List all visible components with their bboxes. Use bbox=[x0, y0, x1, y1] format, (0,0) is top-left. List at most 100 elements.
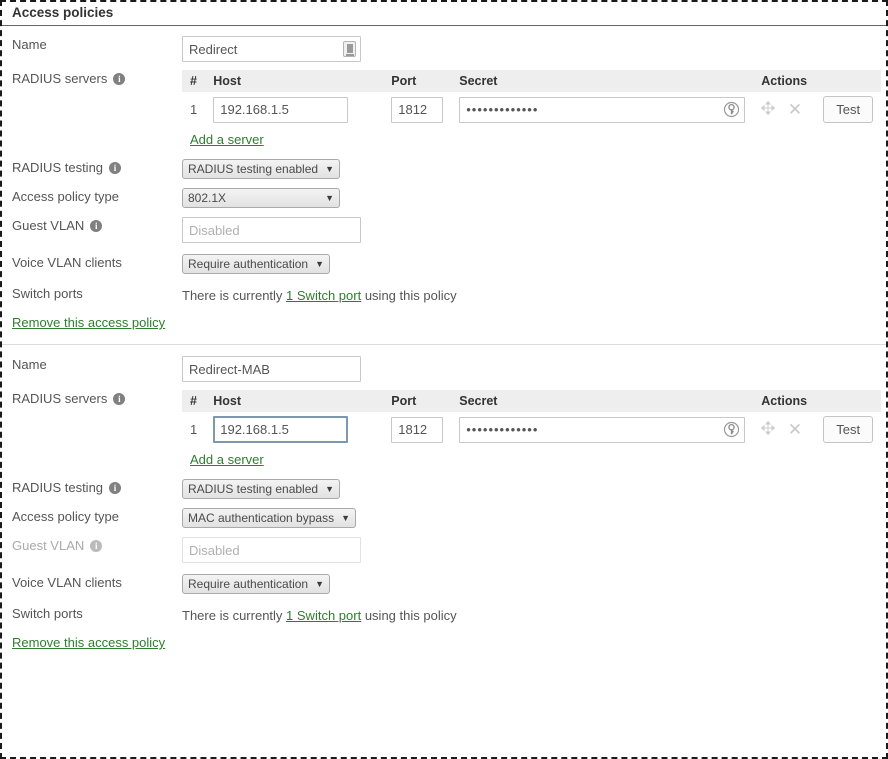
guest-vlan-label: Guest VLAN i bbox=[2, 217, 182, 235]
col-header-secret: Secret bbox=[451, 70, 753, 92]
access-policies-panel: Access policies Name RADIUS servers i bbox=[0, 0, 888, 759]
radius-secret-input[interactable] bbox=[459, 97, 745, 123]
remove-access-policy-link[interactable]: Remove this access policy bbox=[12, 315, 165, 330]
guest-vlan-label: Guest VLAN i bbox=[2, 537, 182, 555]
voice-vlan-select-wrapper: Require authentication ▼ bbox=[182, 574, 330, 594]
voice-vlan-clients-label: Voice VLAN clients bbox=[2, 574, 182, 592]
radius-servers-row: RADIUS servers i # Host Port Secret Acti… bbox=[2, 382, 886, 467]
add-server-link[interactable]: Add a server bbox=[190, 132, 264, 147]
access-policy-type-select-wrapper: 802.1X ▼ bbox=[182, 188, 340, 208]
table-header-row: # Host Port Secret Actions bbox=[182, 70, 881, 92]
radius-secret-input[interactable] bbox=[459, 417, 745, 443]
radius-servers-label: RADIUS servers i bbox=[2, 390, 182, 408]
access-policy-type-row: Access policy type 802.1X ▼ bbox=[2, 179, 886, 208]
col-header-test bbox=[815, 70, 881, 92]
table-row: 1 bbox=[182, 92, 881, 127]
info-icon[interactable]: i bbox=[113, 393, 125, 405]
radius-testing-select[interactable]: RADIUS testing enabled bbox=[182, 479, 340, 499]
name-row: Name bbox=[2, 26, 886, 62]
delete-server-icon[interactable]: ✕ bbox=[788, 101, 802, 118]
page-title: Access policies bbox=[2, 2, 886, 26]
radius-testing-label: RADIUS testing i bbox=[2, 159, 182, 177]
col-header-num: # bbox=[182, 70, 205, 92]
voice-vlan-clients-row: Voice VLAN clients Require authenticatio… bbox=[2, 243, 886, 274]
drag-move-icon[interactable] bbox=[761, 101, 775, 118]
col-header-secret: Secret bbox=[451, 390, 753, 412]
radius-host-input[interactable] bbox=[213, 97, 348, 123]
policy-name-input[interactable] bbox=[182, 36, 361, 62]
radius-secret-wrapper bbox=[459, 97, 745, 123]
policy-name-input[interactable] bbox=[182, 356, 361, 382]
radius-servers-label: RADIUS servers i bbox=[2, 70, 182, 88]
guest-vlan-row: Guest VLAN i bbox=[2, 208, 886, 243]
radius-testing-select[interactable]: RADIUS testing enabled bbox=[182, 159, 340, 179]
radius-testing-select-wrapper: RADIUS testing enabled ▼ bbox=[182, 479, 340, 499]
access-policy-type-label: Access policy type bbox=[2, 508, 182, 526]
col-header-num: # bbox=[182, 390, 205, 412]
guest-vlan-row: Guest VLAN i bbox=[2, 528, 886, 563]
switch-ports-row: Switch ports There is currently 1 Switch… bbox=[2, 594, 886, 626]
guest-vlan-input[interactable] bbox=[182, 217, 361, 243]
voice-vlan-select-wrapper: Require authentication ▼ bbox=[182, 254, 330, 274]
switch-ports-prefix: There is currently bbox=[182, 608, 282, 623]
radius-host-input[interactable] bbox=[213, 416, 348, 443]
col-header-host: Host bbox=[205, 390, 383, 412]
name-row: Name bbox=[2, 345, 886, 382]
remove-access-policy-link[interactable]: Remove this access policy bbox=[12, 635, 165, 650]
drag-move-icon[interactable] bbox=[761, 421, 775, 438]
voice-vlan-clients-select[interactable]: Require authentication bbox=[182, 574, 330, 594]
col-header-actions: Actions bbox=[753, 390, 815, 412]
table-header-row: # Host Port Secret Actions bbox=[182, 390, 881, 412]
access-policy-block: Name RADIUS servers i # Host Port bbox=[2, 345, 886, 650]
access-policy-block: Name RADIUS servers i # Host bbox=[2, 26, 886, 330]
info-icon[interactable]: i bbox=[109, 482, 121, 494]
test-button[interactable]: Test bbox=[823, 96, 873, 123]
access-policy-type-row: Access policy type MAC authentication by… bbox=[2, 499, 886, 528]
switch-port-link[interactable]: 1 Switch port bbox=[286, 608, 361, 623]
info-icon[interactable]: i bbox=[90, 220, 102, 232]
form-autofill-icon bbox=[343, 41, 356, 57]
switch-ports-label: Switch ports bbox=[2, 285, 182, 303]
col-header-port: Port bbox=[383, 70, 451, 92]
switch-ports-suffix: using this policy bbox=[365, 288, 457, 303]
radius-testing-row: RADIUS testing i RADIUS testing enabled … bbox=[2, 147, 886, 179]
delete-server-icon[interactable]: ✕ bbox=[788, 421, 802, 438]
access-policy-type-label: Access policy type bbox=[2, 188, 182, 206]
radius-servers-row: RADIUS servers i # Host Port Secret Acti… bbox=[2, 62, 886, 147]
switch-ports-prefix: There is currently bbox=[182, 288, 282, 303]
access-policy-type-select[interactable]: MAC authentication bypass bbox=[182, 508, 356, 528]
name-input-wrapper bbox=[182, 36, 361, 62]
access-policy-type-select[interactable]: 802.1X bbox=[182, 188, 340, 208]
col-header-host: Host bbox=[205, 70, 383, 92]
switch-ports-label: Switch ports bbox=[2, 605, 182, 623]
password-key-icon[interactable] bbox=[723, 101, 740, 118]
radius-testing-row: RADIUS testing i RADIUS testing enabled … bbox=[2, 467, 886, 499]
name-label: Name bbox=[2, 36, 182, 54]
col-header-port: Port bbox=[383, 390, 451, 412]
password-key-icon[interactable] bbox=[723, 421, 740, 438]
radius-testing-select-wrapper: RADIUS testing enabled ▼ bbox=[182, 159, 340, 179]
voice-vlan-clients-label: Voice VLAN clients bbox=[2, 254, 182, 272]
radius-secret-wrapper bbox=[459, 417, 745, 443]
radius-port-input[interactable] bbox=[391, 97, 443, 123]
info-icon[interactable]: i bbox=[113, 73, 125, 85]
table-row: 1 bbox=[182, 412, 881, 447]
name-label: Name bbox=[2, 356, 182, 374]
test-button[interactable]: Test bbox=[823, 416, 873, 443]
add-server-link[interactable]: Add a server bbox=[190, 452, 264, 467]
voice-vlan-clients-row: Voice VLAN clients Require authenticatio… bbox=[2, 563, 886, 594]
info-icon[interactable]: i bbox=[109, 162, 121, 174]
radius-port-input[interactable] bbox=[391, 417, 443, 443]
info-icon[interactable]: i bbox=[90, 540, 102, 552]
switch-ports-row: Switch ports There is currently 1 Switch… bbox=[2, 274, 886, 306]
access-policy-type-select-wrapper: MAC authentication bypass ▼ bbox=[182, 508, 356, 528]
switch-port-link[interactable]: 1 Switch port bbox=[286, 288, 361, 303]
server-index: 1 bbox=[182, 92, 205, 127]
radius-testing-label: RADIUS testing i bbox=[2, 479, 182, 497]
radius-servers-table: # Host Port Secret Actions 1 bbox=[182, 70, 881, 127]
col-header-test bbox=[815, 390, 881, 412]
switch-ports-suffix: using this policy bbox=[365, 608, 457, 623]
voice-vlan-clients-select[interactable]: Require authentication bbox=[182, 254, 330, 274]
server-index: 1 bbox=[182, 412, 205, 447]
radius-servers-table: # Host Port Secret Actions 1 bbox=[182, 390, 881, 447]
